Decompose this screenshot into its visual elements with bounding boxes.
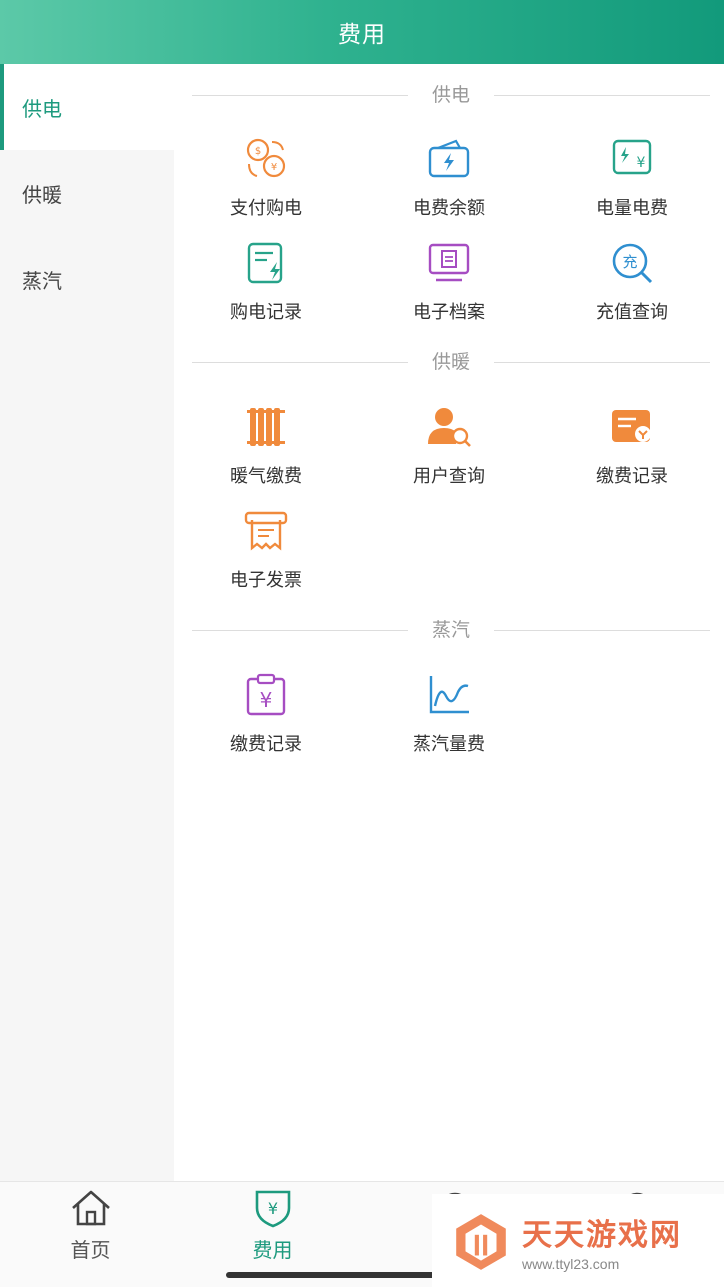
tile-label: 蒸汽量费 [413,734,485,755]
tile-label: 用户查询 [413,466,485,487]
section-header-heating: 供暖 [192,347,710,377]
sidebar-item-label: 供暖 [22,182,62,207]
sidebar-item-label: 蒸汽 [22,268,62,293]
recharge-search-icon: 充 [612,243,653,284]
tile-label: 电费余额 [413,198,485,219]
tile-label: 电子发票 [230,570,302,591]
tile-pay-power[interactable]: $ ¥ 支付购电 [174,136,358,226]
tile-label: 支付购电 [230,198,302,219]
svg-text:¥: ¥ [267,1199,277,1218]
watermark-logo-icon [456,1213,506,1270]
home-icon [71,1190,110,1226]
divider-line [494,95,710,96]
sidebar-item-steam[interactable]: 蒸汽 [0,236,174,322]
watermark-title: 天天游戏网 [522,1217,682,1253]
tile-label: 购电记录 [230,302,302,323]
category-sidebar: 供电 供暖 蒸汽 [0,64,174,1181]
tab-label: 首页 [70,1238,111,1262]
record-lightning-icon [247,242,283,284]
meter-yen-icon: ¥ [612,139,652,175]
monitor-document-icon [428,243,470,282]
section-title: 供暖 [431,351,470,373]
divider-line [192,362,408,363]
divider-line [494,362,710,363]
divider-line [192,95,408,96]
tile-label: 缴费记录 [596,466,668,487]
tile-power-balance[interactable]: 电费余额 [357,136,541,226]
page-title: 费用 [338,22,386,48]
tile-label: 缴费记录 [230,734,302,755]
wallet-lightning-icon [428,139,470,178]
section-title: 供电 [431,84,470,106]
tab-fees[interactable]: ¥ 费用 [182,1188,363,1268]
tile-label: 充值查询 [596,302,668,323]
user-search-icon [428,408,471,447]
clipboard-yen-icon: ¥ [246,673,286,716]
header-bar: 费用 [0,0,724,64]
tile-steam-records[interactable]: ¥ 缴费记录 [174,672,358,762]
sidebar-item-heating[interactable]: 供暖 [0,150,174,236]
sidebar-item-label: 供电 [22,96,62,121]
tile-recharge-query[interactable]: 充 充值查询 [540,240,724,330]
tile-label: 电子档案 [413,302,485,323]
coin-exchange-icon: $ ¥ [246,138,286,178]
svg-text:¥: ¥ [271,162,277,173]
section-header-power: 供电 [192,80,710,110]
divider-line [192,630,408,631]
line-chart-icon [429,676,469,714]
tile-label: 电量电费 [596,198,668,219]
tile-e-archive[interactable]: 电子档案 [357,240,541,330]
tile-user-query[interactable]: 用户查询 [357,404,541,494]
shield-yen-icon: ¥ [255,1190,290,1228]
watermark-url: www.ttyl23.com [522,1255,620,1272]
receipt-icon [244,511,288,551]
tab-home[interactable]: 首页 [0,1188,181,1268]
tile-label: 暖气缴费 [230,466,302,487]
tile-heating-records[interactable]: 缴费记录 [540,404,724,494]
tab-label: 费用 [252,1238,293,1262]
service-grid: 供电 $ ¥ 支付购电 电费余额 ¥ 电量电费 购电记录 电子档案 充 充值查询… [174,64,724,1181]
svg-text:充: 充 [622,253,637,271]
tile-steam-fee[interactable]: 蒸汽量费 [357,672,541,762]
section-header-steam: 蒸汽 [192,615,710,645]
svg-text:¥: ¥ [637,155,646,171]
radiator-icon [247,408,285,446]
tile-power-records[interactable]: 购电记录 [174,240,358,330]
svg-text:¥: ¥ [260,688,273,712]
tile-power-fee[interactable]: ¥ 电量电费 [540,136,724,226]
tile-heating-payment[interactable]: 暖气缴费 [174,404,358,494]
section-title: 蒸汽 [431,619,470,641]
watermark: 天天游戏网 www.ttyl23.com [432,1194,724,1287]
divider-line [494,630,710,631]
tile-e-invoice[interactable]: 电子发票 [174,508,358,598]
svg-text:$: $ [255,146,261,157]
payment-record-icon [612,410,651,442]
sidebar-item-power[interactable]: 供电 [0,64,174,150]
